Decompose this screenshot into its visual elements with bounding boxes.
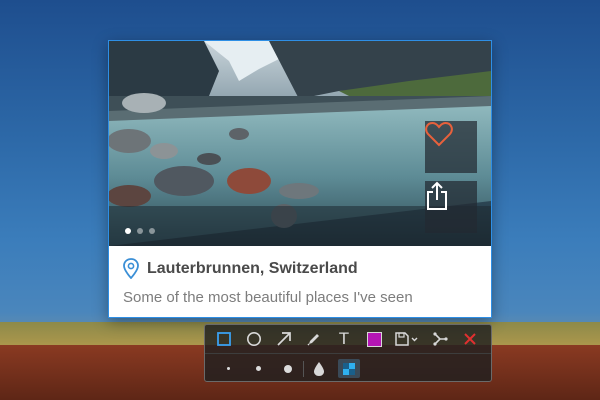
- landscape-photo: [109, 41, 491, 246]
- carousel-dot[interactable]: [137, 228, 143, 234]
- arrow-tool[interactable]: [269, 325, 299, 354]
- carousel-dot[interactable]: [149, 228, 155, 234]
- circle-icon: [247, 332, 261, 346]
- location-row: Lauterbrunnen, Switzerland: [123, 258, 358, 279]
- share-icon: [427, 181, 447, 210]
- rectangle-icon: [217, 332, 231, 346]
- size-large-dot: [284, 364, 292, 373]
- size-small-dot: [226, 367, 230, 370]
- pixelate-icon: [343, 362, 355, 375]
- text-tool[interactable]: T: [329, 325, 359, 354]
- size-medium-dot: [255, 366, 261, 371]
- save-icon: [395, 332, 418, 346]
- color-swatch: [366, 331, 382, 347]
- photo-description: Some of the most beautiful places I've s…: [123, 289, 413, 306]
- toolbar-options-row: [205, 354, 491, 383]
- blur-tool[interactable]: [304, 354, 334, 383]
- save-tool[interactable]: [389, 325, 425, 354]
- color-picker[interactable]: [359, 325, 389, 354]
- photo-card: Lauterbrunnen, Switzerland Some of the m…: [108, 40, 492, 318]
- size-medium[interactable]: [243, 354, 273, 383]
- arrow-icon: [277, 332, 291, 346]
- close-button[interactable]: [455, 325, 485, 354]
- rectangle-tool[interactable]: [209, 325, 239, 354]
- size-small[interactable]: [213, 354, 243, 383]
- close-icon: [464, 333, 476, 345]
- pixelate-button: [338, 359, 360, 378]
- heart-icon: [425, 121, 453, 147]
- carousel-dots: [125, 228, 155, 234]
- pencil-icon: [307, 334, 319, 346]
- annotation-toolbar: T: [204, 324, 492, 382]
- text-icon: T: [338, 329, 350, 348]
- favorite-button[interactable]: [425, 121, 477, 173]
- pen-tool[interactable]: [299, 325, 329, 354]
- pixelate-tool[interactable]: [334, 354, 364, 383]
- card-caption: Lauterbrunnen, Switzerland Some of the m…: [109, 246, 491, 317]
- ellipse-tool[interactable]: [239, 325, 269, 354]
- toolbar-tools-row: T: [205, 325, 491, 354]
- size-large[interactable]: [273, 354, 303, 383]
- carousel-dot-active[interactable]: [125, 228, 131, 234]
- share-tool[interactable]: [425, 325, 455, 354]
- share-button[interactable]: [425, 181, 477, 233]
- location-pin-icon: [123, 258, 139, 279]
- droplet-icon: [314, 361, 324, 376]
- share-nodes-icon: [433, 332, 448, 346]
- place-name: Lauterbrunnen, Switzerland: [147, 259, 358, 277]
